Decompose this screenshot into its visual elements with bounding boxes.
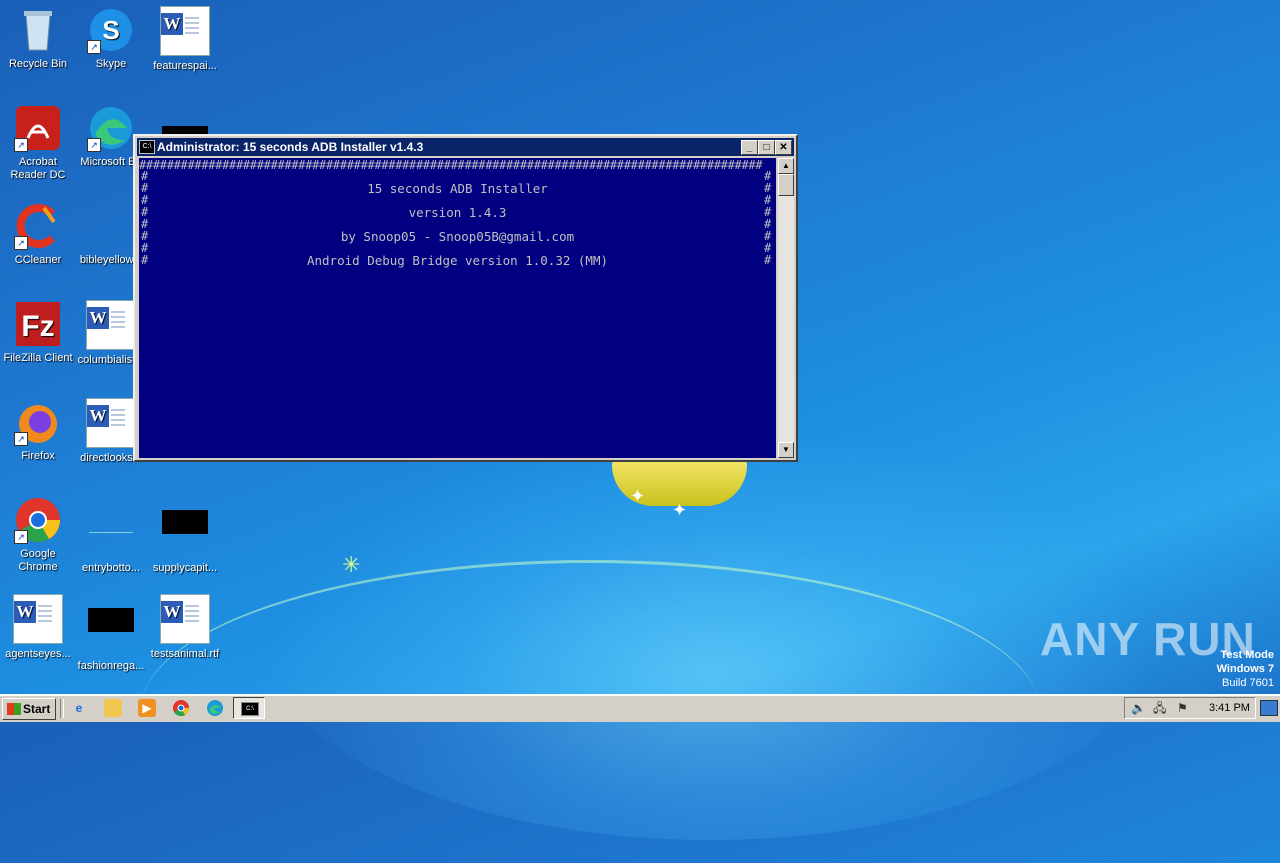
svg-text:Fz: Fz <box>21 310 54 343</box>
shortcut-arrow-icon: ↗ <box>14 432 28 446</box>
test-mode-notice: Test Mode Windows 7 Build 7601 <box>1217 648 1274 690</box>
console-line-author: by Snoop05 - Snoop05B@gmail.com <box>340 229 575 244</box>
console-line-version: version 1.4.3 <box>408 205 507 220</box>
shortcut-arrow-icon: ↗ <box>87 138 101 152</box>
file-thumbnail-icon <box>87 608 135 656</box>
console-icon[interactable]: C:\ <box>139 140 155 154</box>
volume-icon[interactable]: 🔈 <box>1131 698 1146 718</box>
desktop-icon-skype[interactable]: S ↗ Skype <box>73 6 149 71</box>
desktop-icon-supplycapit[interactable]: supplycapit... <box>147 496 223 575</box>
icon-label: featurespai... <box>153 60 217 72</box>
filezilla-icon: Fz <box>14 300 62 348</box>
svg-text:S: S <box>102 15 119 45</box>
action-center-flag-icon[interactable]: ⚑ <box>1177 698 1188 718</box>
sparkle-icon: ✦ <box>672 500 688 520</box>
scroll-up-icon[interactable]: ▲ <box>778 158 794 174</box>
firefox-icon: ↗ <box>14 398 62 446</box>
os-label: Windows 7 <box>1216 663 1274 675</box>
shortcut-arrow-icon: ↗ <box>14 530 28 544</box>
window-title: Administrator: 15 seconds ADB Installer … <box>157 140 424 154</box>
vertical-scrollbar[interactable]: ▲ ▼ <box>778 158 794 458</box>
file-explorer-icon[interactable] <box>104 699 122 717</box>
desktop-icon-acrobat[interactable]: ↗ Acrobat Reader DC <box>0 104 76 182</box>
show-desktop-button[interactable] <box>1260 700 1278 716</box>
console-line-adb-version: Android Debug Bridge version 1.0.32 (MM) <box>306 253 609 268</box>
build-label: Build 7601 <box>1222 677 1274 689</box>
taskbar-console-button[interactable]: C:\ <box>233 697 265 719</box>
icon-label: Recycle Bin <box>8 58 68 70</box>
icon-label: fashionrega... <box>77 660 145 672</box>
sparkle-icon: ✦ <box>630 486 646 506</box>
word-document-icon: W <box>86 300 136 350</box>
icon-label: entrybotto... <box>81 562 141 574</box>
desktop-icon-ccleaner[interactable]: ↗ CCleaner <box>0 202 76 267</box>
icon-label: CCleaner <box>14 254 62 266</box>
icon-label: supplycapit... <box>152 562 218 574</box>
icon-label: Acrobat <box>19 156 57 168</box>
icon-label: Firefox <box>21 450 55 462</box>
skype-icon: S ↗ <box>87 6 135 54</box>
media-player-icon[interactable]: ▶ <box>138 699 156 717</box>
shortcut-arrow-icon: ↗ <box>87 40 101 54</box>
console-line-title: 15 seconds ADB Installer <box>367 181 548 196</box>
icon-label: Google <box>20 548 56 560</box>
word-document-icon: W <box>86 398 136 448</box>
icon-label: Reader DC <box>10 169 66 181</box>
word-document-icon: W <box>160 594 210 644</box>
chrome-taskbar-icon[interactable] <box>172 699 190 717</box>
system-tray: 🔈 🖧 ⚑ 3:41 PM <box>1124 697 1256 719</box>
console-output[interactable]: ########################################… <box>139 158 776 458</box>
network-icon[interactable]: 🖧 <box>1153 698 1166 718</box>
close-button[interactable]: ✕ <box>775 140 792 155</box>
start-label: Start <box>23 702 51 716</box>
taskbar: Start e ▶ C:\ 🔈 🖧 ⚑ 3:41 PM <box>0 694 1280 722</box>
chrome-icon: ↗ <box>14 496 62 544</box>
scroll-thumb[interactable] <box>778 174 794 196</box>
desktop-icon-entrybotto[interactable]: entrybotto... <box>73 496 149 575</box>
word-document-icon: W <box>160 6 210 56</box>
icon-label: agentseyes... <box>5 648 71 660</box>
edge-icon: ↗ <box>87 104 135 152</box>
icon-label: Chrome <box>18 561 58 573</box>
shortcut-arrow-icon: ↗ <box>14 138 28 152</box>
console-window[interactable]: C:\ Administrator: 15 seconds ADB Instal… <box>133 134 798 462</box>
window-titlebar[interactable]: C:\ Administrator: 15 seconds ADB Instal… <box>137 138 794 156</box>
edge-taskbar-icon[interactable] <box>206 699 224 717</box>
scroll-down-icon[interactable]: ▼ <box>778 442 794 458</box>
icon-label: Skype <box>95 58 127 70</box>
icon-label: testsanimal.rtf <box>150 648 220 660</box>
desktop-icon-filezilla[interactable]: Fz FileZilla Client <box>0 300 76 365</box>
file-icon <box>87 202 135 250</box>
file-thumbnail-icon <box>162 126 208 134</box>
desktop-icon-recycle-bin[interactable]: Recycle Bin <box>0 6 76 71</box>
console-icon: C:\ <box>241 702 259 716</box>
taskbar-separator <box>60 699 64 718</box>
clock[interactable]: 3:41 PM <box>1209 698 1250 718</box>
desktop-icon-featurespai[interactable]: W featurespai... <box>147 6 223 73</box>
ccleaner-icon: ↗ <box>14 202 62 250</box>
maximize-button[interactable]: □ <box>758 140 775 155</box>
desktop-icon-firefox[interactable]: ↗ Firefox <box>0 398 76 463</box>
word-document-icon: W <box>13 594 63 644</box>
desktop-icon-fashionrega[interactable]: fashionrega... <box>73 594 149 673</box>
windows-logo-icon <box>7 703 21 715</box>
desktop-icon-google-chrome[interactable]: ↗ Google Chrome <box>0 496 76 574</box>
acrobat-icon: ↗ <box>14 104 62 152</box>
minimize-button[interactable]: _ <box>741 140 758 155</box>
test-mode-label: Test Mode <box>1220 649 1274 661</box>
icon-label: FileZilla Client <box>3 352 73 364</box>
shortcut-arrow-icon: ↗ <box>14 236 28 250</box>
file-icon <box>87 510 135 558</box>
desktop-icon-testsanimal[interactable]: W testsanimal.rtf <box>147 594 223 661</box>
sparkle-icon: ✳ <box>342 552 361 577</box>
file-thumbnail-icon <box>161 510 209 558</box>
internet-explorer-icon[interactable]: e <box>70 699 88 717</box>
start-button[interactable]: Start <box>2 698 56 720</box>
desktop-icon-agentseyes[interactable]: W agentseyes... <box>0 594 76 661</box>
recycle-bin-icon <box>14 6 62 54</box>
console-border-top: ########################################… <box>139 158 763 172</box>
